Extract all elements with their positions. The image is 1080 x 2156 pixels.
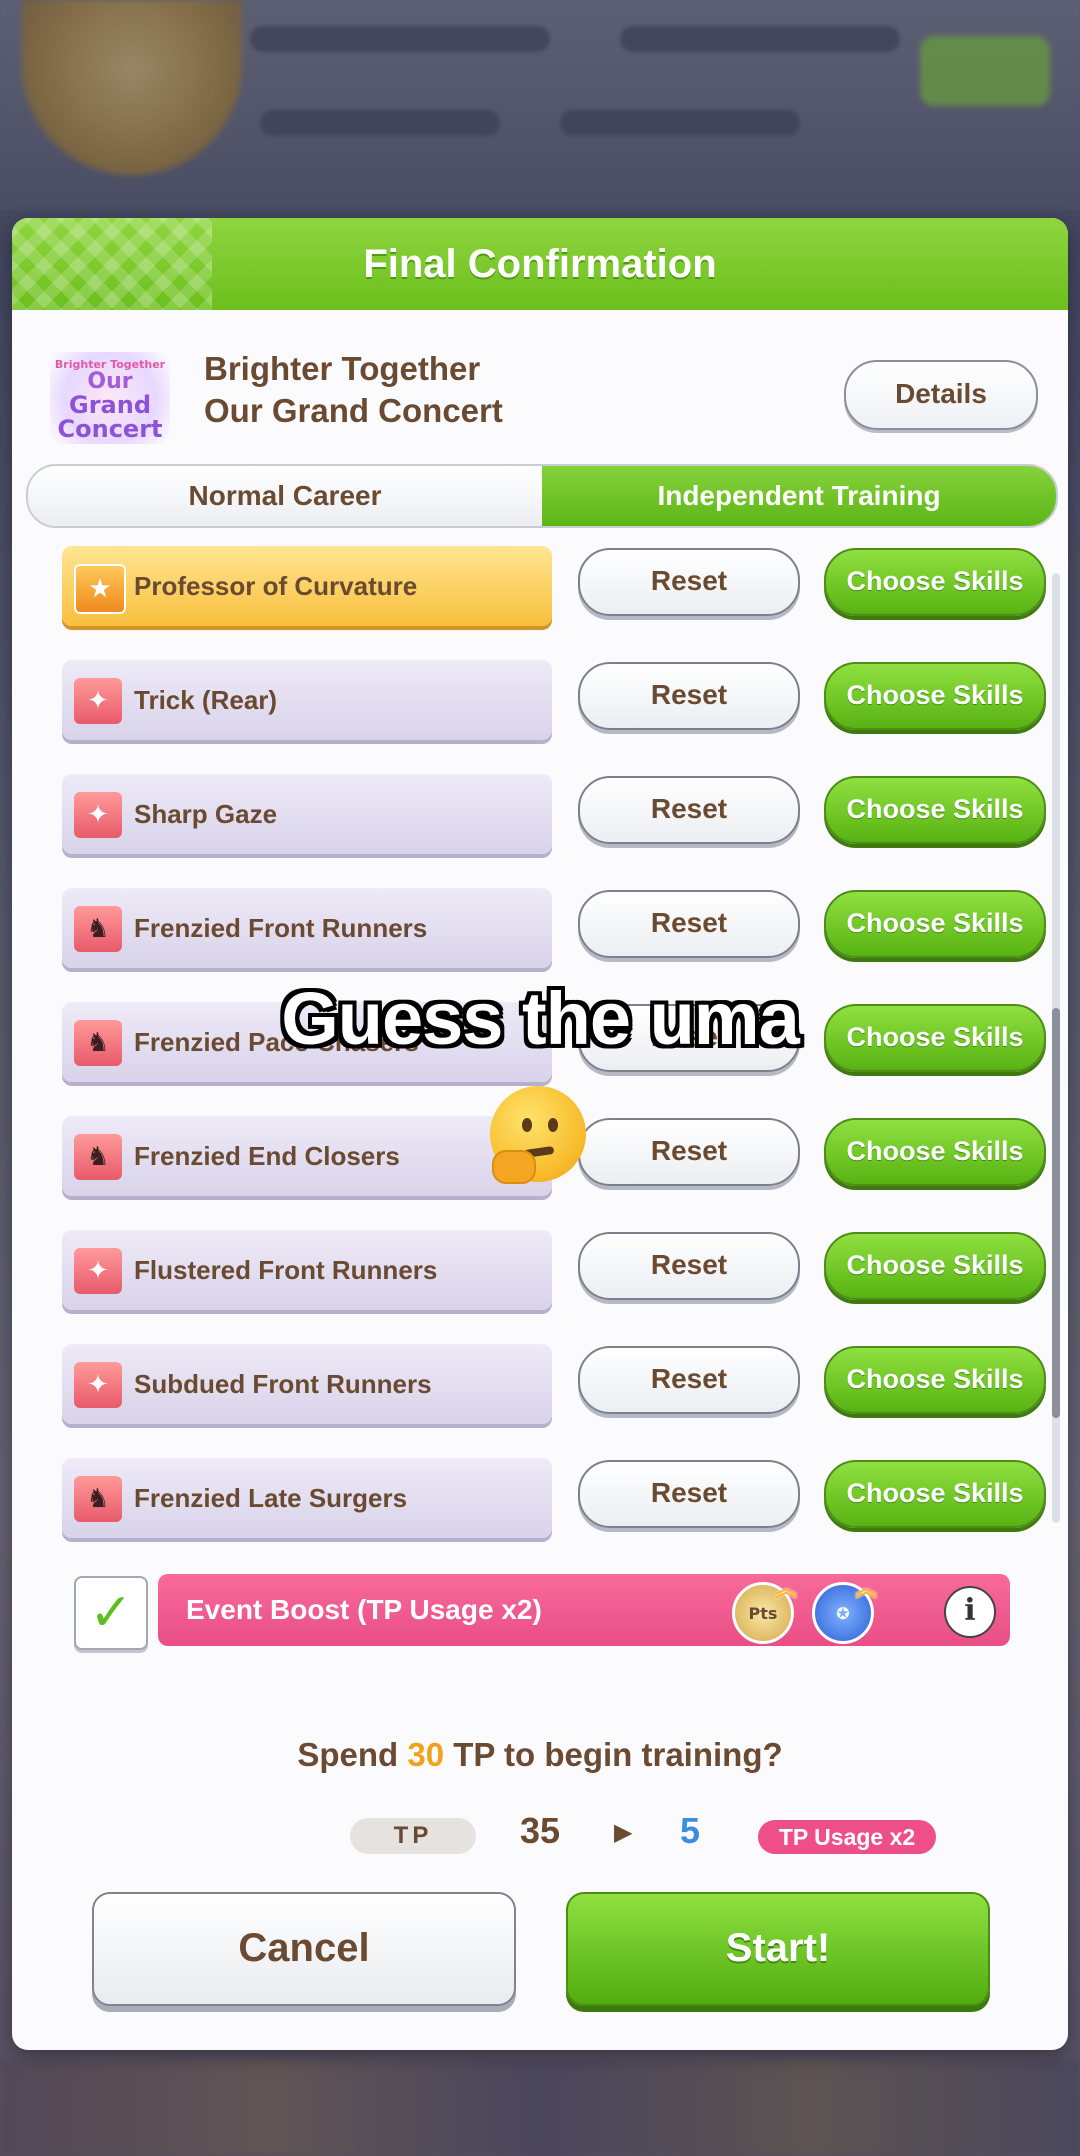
dialog-title: Final Confirmation [363,242,717,286]
skill-row: ♞ Frenzied Late Surgers Reset Choose Ski… [26,1454,1066,1544]
skill-row: ★ Professor of Curvature Reset Choose Sk… [26,542,1066,632]
chip-icon: ✪ ︽ [812,1577,877,1644]
skill-name: Subdued Front Runners [134,1369,432,1399]
choose-skills-button[interactable]: Choose Skills [824,1346,1046,1414]
dialog-header: Final Confirmation [12,218,1068,310]
event-name-line2: Our Grand Concert [204,392,503,429]
skill-name: Flustered Front Runners [134,1255,438,1285]
reset-button[interactable]: Reset [578,1346,800,1414]
skill-row: ✦ Flustered Front Runners Reset Choose S… [26,1226,1066,1316]
spend-amount: 30 [407,1736,445,1773]
frenzy-debuff-icon: ♞ [74,1476,122,1522]
emoji-hand [492,1150,536,1184]
thinking-face-icon [490,1086,586,1184]
skill-pill: ♞ Frenzied Front Runners [62,888,552,968]
skill-name: Frenzied Front Runners [134,913,428,943]
emoji-eye [522,1118,532,1132]
event-logo: Brighter Together Our Grand Concert [50,352,170,444]
tab-independent-training[interactable]: Independent Training [542,466,1056,526]
gold-speed-icon: ★ [74,564,126,614]
tp-current-value: 35 [520,1810,561,1851]
reset-button[interactable]: Reset [578,1232,800,1300]
skill-row: ✦ Trick (Rear) Reset Choose Skills [26,656,1066,746]
spend-prefix: Spend [297,1736,408,1773]
scrollbar-thumb[interactable] [1052,1008,1060,1418]
tp-label: TP [350,1818,476,1854]
choose-skills-button[interactable]: Choose Skills [824,548,1046,616]
skill-name: Trick (Rear) [134,685,278,715]
tab-normal-career[interactable]: Normal Career [28,466,542,526]
tp-after-value: 5 [680,1810,701,1851]
choose-skills-button[interactable]: Choose Skills [824,662,1046,730]
cancel-button[interactable]: Cancel [92,1892,516,2006]
skill-pill: ✦ Trick (Rear) [62,660,552,740]
overlay-caption: Guess the uma [281,977,800,1060]
event-name-line1: Brighter Together [204,350,481,387]
skill-pill: ✦ Subdued Front Runners [62,1344,552,1424]
event-points-icon: Pts ︽ [732,1577,797,1644]
info-button[interactable]: i [944,1586,996,1638]
event-logo-line4: Concert [57,415,163,443]
choose-skills-button[interactable]: Choose Skills [824,890,1046,958]
sparkle-debuff-icon: ✦ [74,1248,122,1294]
skill-pill: ★ Professor of Curvature [62,546,552,626]
event-points-icon-label: Pts [748,1603,778,1623]
reset-button[interactable]: Reset [578,1118,800,1186]
reset-button[interactable]: Reset [578,890,800,958]
tp-usage-badge: TP Usage x2 [758,1820,936,1854]
checkmark-icon: ✓ [89,1583,133,1643]
spend-suffix: TP to begin training? [444,1736,783,1773]
boost-up-arrow-icon: ︽ [854,1577,877,1602]
skill-pill: ✦ Sharp Gaze [62,774,552,854]
skill-name: Frenzied End Closers [134,1141,400,1171]
choose-skills-button[interactable]: Choose Skills [824,776,1046,844]
choose-skills-button[interactable]: Choose Skills [824,1460,1046,1528]
sparkle-debuff-icon: ✦ [74,792,122,838]
start-button[interactable]: Start! [566,1892,990,2006]
reset-button[interactable]: Reset [578,776,800,844]
arrow-right-icon: ▶ [614,1818,633,1846]
skill-pill: ♞ Frenzied End Closers [62,1116,552,1196]
event-name: Brighter Together Our Grand Concert [204,348,644,432]
skill-pill: ✦ Flustered Front Runners [62,1230,552,1310]
boost-up-arrow-icon: ︽ [774,1577,797,1602]
skill-name: Frenzied Late Surgers [134,1483,408,1513]
reset-button[interactable]: Reset [578,662,800,730]
frenzy-debuff-icon: ♞ [74,906,122,952]
sparkle-debuff-icon: ✦ [74,678,122,724]
reset-button[interactable]: Reset [578,1460,800,1528]
mode-tabs: Normal Career Independent Training [26,464,1058,528]
skill-row: ♞ Frenzied Front Runners Reset Choose Sk… [26,884,1066,974]
emoji-eye [548,1118,558,1132]
reset-button[interactable]: Reset [578,548,800,616]
choose-skills-button[interactable]: Choose Skills [824,1118,1046,1186]
skill-name: Sharp Gaze [134,799,278,829]
choose-skills-button[interactable]: Choose Skills [824,1232,1046,1300]
spend-tp-prompt: Spend 30 TP to begin training? [12,1736,1068,1774]
skill-row: ✦ Subdued Front Runners Reset Choose Ski… [26,1340,1066,1430]
event-boost-bar: Event Boost (TP Usage x2) Pts ︽ ✪ ︽ i [158,1574,1010,1646]
event-boost-checkbox[interactable]: ✓ [74,1576,148,1650]
event-logo-line2: Our [87,369,133,394]
details-button[interactable]: Details [844,360,1038,430]
skill-row: ✦ Sharp Gaze Reset Choose Skills [26,770,1066,860]
frenzy-debuff-icon: ♞ [74,1134,122,1180]
skill-name: Professor of Curvature [134,571,418,601]
sparkle-debuff-icon: ✦ [74,1362,122,1408]
event-logo-line3: Grand [69,391,151,419]
event-boost-label: Event Boost (TP Usage x2) [186,1594,542,1625]
skill-pill: ♞ Frenzied Late Surgers [62,1458,552,1538]
